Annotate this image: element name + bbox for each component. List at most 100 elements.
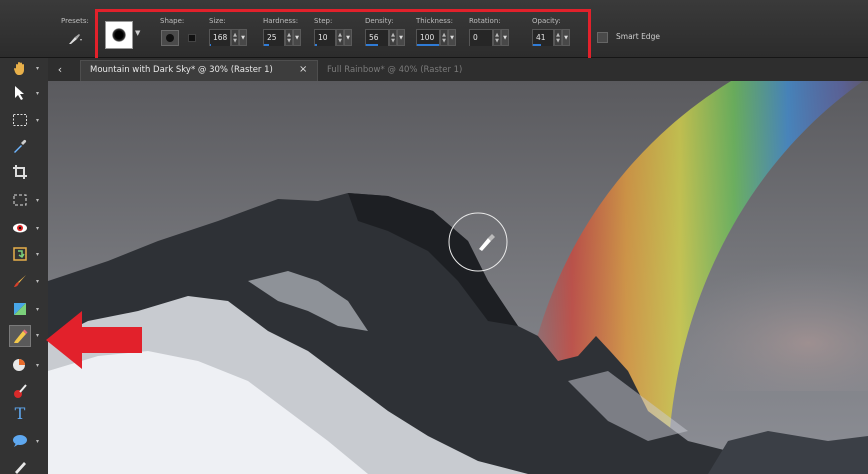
dropper-tool[interactable] (10, 136, 30, 156)
rotation-value-input[interactable]: 0 (469, 29, 493, 46)
size-field[interactable]: 168 ▲ ▼ ▼ (209, 29, 247, 46)
tab-scroll-left-icon[interactable]: ‹ (54, 61, 66, 77)
object-extractor-caret-icon[interactable]: ▾ (36, 251, 39, 258)
selection-tool-caret-icon[interactable]: ▾ (36, 117, 39, 124)
straighten-tool[interactable] (10, 190, 30, 210)
color-changer-caret-icon[interactable]: ▾ (36, 332, 39, 339)
round-shape-icon (166, 34, 174, 42)
size-value-input[interactable]: 168 (209, 29, 231, 46)
density-label: Density: (365, 17, 394, 25)
brush-tip-dropdown-icon[interactable]: ▼ (135, 29, 140, 37)
smart-edge-label: Smart Edge (616, 32, 660, 41)
fill-tool-caret-icon[interactable]: ▾ (36, 306, 39, 313)
preset-shape-tool[interactable] (10, 431, 30, 451)
crop-tool[interactable] (10, 162, 30, 182)
fill-tool[interactable] (10, 299, 30, 319)
red-eye-icon (13, 223, 27, 233)
density-value-input[interactable]: 56 (365, 29, 389, 46)
eyedropper-icon (14, 139, 27, 153)
crop-icon (13, 165, 27, 179)
step-label: Step: (314, 17, 333, 25)
text-tool[interactable]: T (10, 403, 30, 423)
eraser-tool-caret-icon[interactable]: ▾ (36, 362, 39, 369)
rotation-dropdown-icon[interactable]: ▼ (501, 29, 509, 46)
speech-bubble-icon (13, 435, 27, 447)
square-shape-icon (188, 34, 196, 42)
shape-square-button[interactable] (184, 30, 200, 46)
smart-edge-checkbox[interactable] (597, 32, 608, 43)
pick-tool-caret-icon[interactable]: ▾ (36, 90, 39, 97)
brush-tip-icon (112, 28, 126, 42)
brush-preset-icon (69, 34, 82, 44)
presets-label: Presets: (61, 17, 89, 25)
rotation-spinner[interactable]: ▲ ▼ (493, 29, 501, 46)
red-eye-tool-caret-icon[interactable]: ▾ (36, 225, 39, 232)
size-dropdown-icon[interactable]: ▼ (239, 29, 247, 46)
hardness-label: Hardness: (263, 17, 299, 25)
scratch-remover-icon (14, 384, 27, 398)
density-field[interactable]: 56 ▲ ▼ ▼ (365, 29, 405, 46)
spin-down-icon: ▼ (442, 37, 446, 44)
eraser-tool[interactable] (10, 355, 30, 375)
spin-down-icon: ▼ (287, 37, 291, 44)
hardness-field[interactable]: 25 ▲ ▼ ▼ (263, 29, 301, 46)
opacity-spinner[interactable]: ▲ ▼ (554, 29, 562, 46)
opacity-field[interactable]: 41 ▲ ▼ ▼ (532, 29, 570, 46)
hardness-value-input[interactable]: 25 (263, 29, 285, 46)
selection-tool[interactable] (10, 110, 30, 130)
image-canvas[interactable] (48, 81, 868, 474)
tab-full-rainbow[interactable]: Full Rainbow* @ 40% (Raster 1) (327, 65, 462, 75)
extract-icon (13, 247, 27, 261)
size-spinner[interactable]: ▲ ▼ (231, 29, 239, 46)
rotation-field[interactable]: 0 ▲ ▼ ▼ (469, 29, 509, 46)
size-label: Size: (209, 17, 226, 25)
shape-round-button[interactable] (161, 30, 179, 46)
preset-shape-caret-icon[interactable]: ▾ (36, 438, 39, 445)
straighten-tool-caret-icon[interactable]: ▾ (36, 197, 39, 204)
opacity-dropdown-icon[interactable]: ▼ (562, 29, 570, 46)
step-dropdown-icon[interactable]: ▼ (344, 29, 352, 46)
hardness-dropdown-icon[interactable]: ▼ (293, 29, 301, 46)
paint-brush-tool[interactable] (10, 271, 30, 291)
density-spinner[interactable]: ▲ ▼ (389, 29, 397, 46)
pan-tool-caret-icon[interactable]: ▾ (36, 65, 39, 72)
pen-tool[interactable] (10, 456, 30, 474)
thickness-spinner[interactable]: ▲ ▼ (440, 29, 448, 46)
color-changer-tool[interactable] (9, 325, 31, 347)
step-value-input[interactable]: 10 (314, 29, 336, 46)
thickness-dropdown-icon[interactable]: ▼ (448, 29, 456, 46)
pan-tool[interactable] (10, 58, 30, 78)
opacity-value-input[interactable]: 41 (532, 29, 554, 46)
gradient-fill-icon (14, 303, 26, 315)
opacity-label: Opacity: (532, 17, 561, 25)
pencil-icon (14, 329, 28, 343)
red-pointer-arrow (46, 311, 142, 369)
step-spinner[interactable]: ▲ ▼ (336, 29, 344, 46)
spin-down-icon: ▼ (338, 37, 342, 44)
paintbrush-icon (14, 275, 26, 287)
object-extractor-tool[interactable] (10, 244, 30, 264)
red-eye-tool[interactable] (10, 218, 30, 238)
dashed-frame-icon (13, 194, 27, 206)
marquee-selection-icon (13, 114, 27, 126)
options-bar-gutter (0, 8, 48, 58)
spin-down-icon: ▼ (495, 37, 499, 44)
pick-tool[interactable] (10, 83, 30, 103)
thickness-field[interactable]: 100 ▲ ▼ ▼ (416, 29, 456, 46)
density-dropdown-icon[interactable]: ▼ (397, 29, 405, 46)
spin-down-icon: ▼ (233, 37, 237, 44)
hardness-spinner[interactable]: ▲ ▼ (285, 29, 293, 46)
hand-icon (14, 62, 24, 75)
spin-down-icon: ▼ (391, 37, 395, 44)
step-field[interactable]: 10 ▲ ▼ ▼ (314, 29, 352, 46)
tab-close-icon[interactable]: × (299, 64, 307, 75)
brush-tip-preview[interactable] (105, 21, 133, 49)
arrow-pointer-icon (15, 86, 24, 100)
rotation-label: Rotation: (469, 17, 501, 25)
thickness-value-input[interactable]: 100 (416, 29, 440, 46)
paint-brush-caret-icon[interactable]: ▾ (36, 278, 39, 285)
eraser-icon (13, 359, 25, 371)
pen-icon (15, 462, 26, 474)
clone-tool[interactable] (10, 381, 30, 401)
presets-button[interactable] (63, 31, 87, 47)
